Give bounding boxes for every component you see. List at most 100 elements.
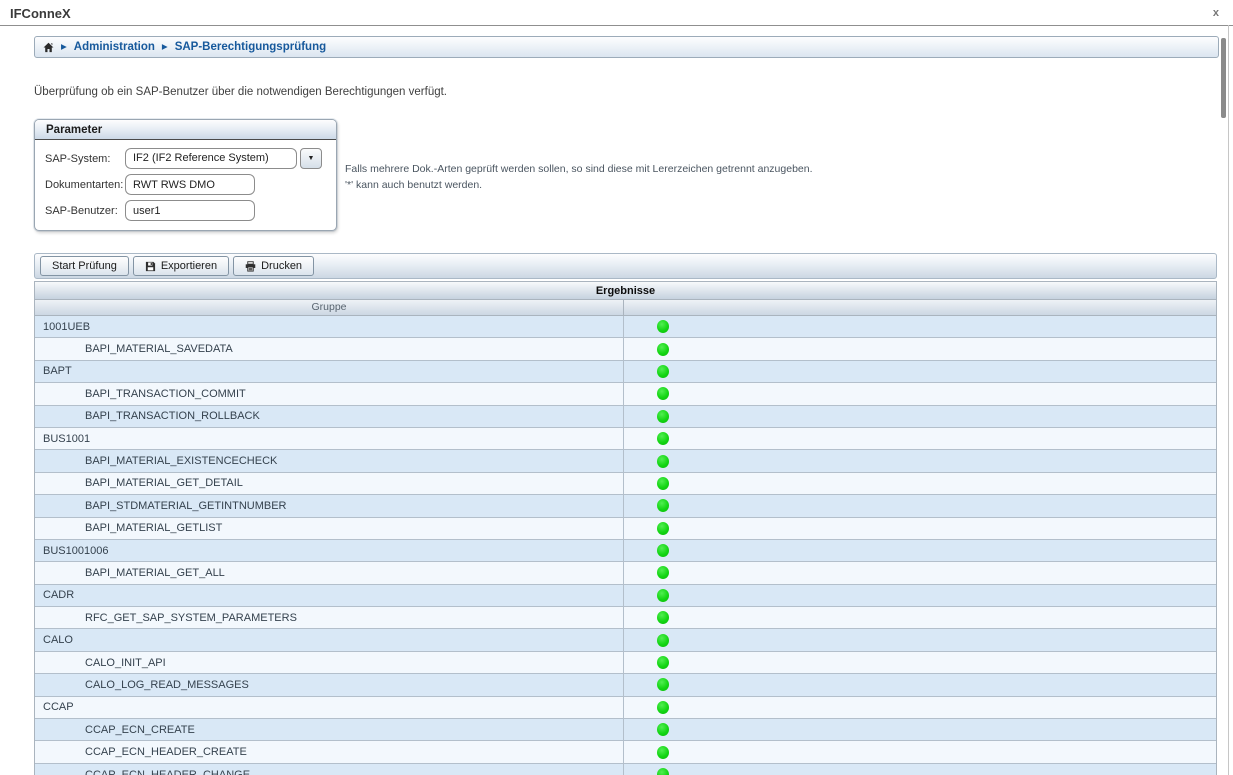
dokumentarten-field[interactable] — [125, 174, 255, 195]
hint-text: Falls mehrere Dok.-Arten geprüft werden … — [345, 161, 813, 231]
parameter-panel-title: Parameter — [35, 120, 336, 140]
status-ok-icon — [657, 746, 669, 759]
group-name-cell: 1001UEB — [35, 316, 624, 337]
status-ok-icon — [657, 432, 669, 445]
function-name-cell: CCAP_ECN_CREATE — [35, 719, 624, 740]
table-row[interactable]: RFC_GET_SAP_SYSTEM_PARAMETERS — [35, 607, 1216, 629]
app-title: IFConneX — [10, 6, 71, 21]
hint-line-2: '*' kann auch benutzt werden. — [345, 177, 813, 193]
status-ok-icon — [657, 522, 669, 535]
floppy-disk-icon — [145, 261, 156, 272]
table-row[interactable]: BAPI_MATERIAL_EXISTENCECHECK — [35, 450, 1216, 472]
page-description: Überprüfung ob ein SAP-Benutzer über die… — [34, 86, 1233, 98]
drucken-button[interactable]: Drucken — [233, 256, 314, 276]
status-ok-icon — [657, 634, 669, 647]
status-ok-icon — [657, 723, 669, 736]
table-row[interactable]: CADR — [35, 585, 1216, 607]
function-name-cell: BAPI_MATERIAL_GET_ALL — [35, 562, 624, 583]
sap-benutzer-label: SAP-Benutzer: — [45, 205, 125, 217]
breadcrumb-item-sap-berechtigungspruefung[interactable]: SAP-Berechtigungsprüfung — [175, 41, 326, 53]
home-icon[interactable] — [43, 42, 54, 53]
status-cell — [624, 316, 1216, 337]
status-cell — [624, 518, 1216, 539]
group-name-cell: BAPT — [35, 361, 624, 382]
breadcrumb: ▶ Administration ▶ SAP-Berechtigungsprüf… — [34, 36, 1219, 58]
table-row[interactable]: BAPI_TRANSACTION_ROLLBACK — [35, 406, 1216, 428]
hint-line-1: Falls mehrere Dok.-Arten geprüft werden … — [345, 161, 813, 177]
exportieren-button[interactable]: Exportieren — [133, 256, 229, 276]
parameter-section: Parameter SAP-System: IF2 (IF2 Reference… — [34, 119, 1233, 231]
function-name-cell: BAPI_TRANSACTION_ROLLBACK — [35, 406, 624, 427]
printer-icon — [245, 261, 256, 272]
table-row[interactable]: BUS1001006 — [35, 540, 1216, 562]
table-row[interactable]: CCAP_ECN_HEADER_CHANGE — [35, 764, 1216, 775]
results-rows: 1001UEBBAPI_MATERIAL_SAVEDATABAPTBAPI_TR… — [35, 316, 1216, 775]
status-cell — [624, 540, 1216, 561]
vertical-scrollbar-thumb[interactable] — [1221, 38, 1226, 118]
table-row[interactable]: BUS1001 — [35, 428, 1216, 450]
parameter-panel: Parameter SAP-System: IF2 (IF2 Reference… — [34, 119, 337, 231]
group-name-cell: CALO — [35, 629, 624, 650]
table-row[interactable]: CALO_LOG_READ_MESSAGES — [35, 674, 1216, 696]
table-row[interactable]: 1001UEB — [35, 316, 1216, 338]
table-row[interactable]: CCAP_ECN_CREATE — [35, 719, 1216, 741]
status-cell — [624, 495, 1216, 516]
status-cell — [624, 338, 1216, 359]
function-name-cell: BAPI_MATERIAL_GETLIST — [35, 518, 624, 539]
sap-benutzer-field[interactable] — [125, 200, 255, 221]
table-row[interactable]: BAPI_MATERIAL_SAVEDATA — [35, 338, 1216, 360]
table-row[interactable]: BAPI_STDMATERIAL_GETINTNUMBER — [35, 495, 1216, 517]
status-ok-icon — [657, 544, 669, 557]
exportieren-label: Exportieren — [161, 260, 217, 272]
function-name-cell: CALO_INIT_API — [35, 652, 624, 673]
status-column-header — [624, 300, 1216, 315]
table-row[interactable]: CCAP_ECN_HEADER_CREATE — [35, 741, 1216, 763]
table-row[interactable]: BAPI_MATERIAL_GETLIST — [35, 518, 1216, 540]
function-name-cell: RFC_GET_SAP_SYSTEM_PARAMETERS — [35, 607, 624, 628]
window-titlebar: IFConneX x — [0, 0, 1233, 25]
table-row[interactable]: CCAP — [35, 697, 1216, 719]
results-table-title: Ergebnisse — [35, 281, 1216, 300]
chevron-right-icon: ▶ — [162, 42, 168, 52]
status-cell — [624, 607, 1216, 628]
status-ok-icon — [657, 387, 669, 400]
function-name-cell: CCAP_ECN_HEADER_CREATE — [35, 741, 624, 762]
table-row[interactable]: CALO_INIT_API — [35, 652, 1216, 674]
status-ok-icon — [657, 410, 669, 423]
status-ok-icon — [657, 320, 669, 333]
dokumentarten-row: Dokumentarten: — [45, 174, 326, 195]
results-column-header: Gruppe — [35, 300, 1216, 316]
sap-system-row: SAP-System: IF2 (IF2 Reference System) ▼ — [45, 148, 326, 169]
status-cell — [624, 361, 1216, 382]
table-row[interactable]: BAPT — [35, 361, 1216, 383]
status-ok-icon — [657, 566, 669, 579]
group-name-cell: BUS1001 — [35, 428, 624, 449]
chevron-down-icon[interactable]: ▼ — [300, 148, 322, 169]
action-toolbar: Start Prüfung Exportieren Drucken — [34, 253, 1217, 279]
status-cell — [624, 674, 1216, 695]
sap-system-label: SAP-System: — [45, 153, 125, 165]
function-name-cell: BAPI_MATERIAL_EXISTENCECHECK — [35, 450, 624, 471]
status-cell — [624, 585, 1216, 606]
breadcrumb-item-administration[interactable]: Administration — [74, 41, 155, 53]
drucken-label: Drucken — [261, 260, 302, 272]
close-icon[interactable]: x — [1213, 8, 1219, 19]
status-cell — [624, 652, 1216, 673]
group-name-cell: CCAP — [35, 697, 624, 718]
sap-system-value[interactable]: IF2 (IF2 Reference System) — [125, 148, 297, 169]
table-row[interactable]: CALO — [35, 629, 1216, 651]
status-ok-icon — [657, 343, 669, 356]
status-ok-icon — [657, 455, 669, 468]
table-row[interactable]: BAPI_TRANSACTION_COMMIT — [35, 383, 1216, 405]
status-cell — [624, 450, 1216, 471]
group-name-cell: BUS1001006 — [35, 540, 624, 561]
dokumentarten-label: Dokumentarten: — [45, 179, 125, 191]
status-cell — [624, 764, 1216, 775]
start-pruefung-button[interactable]: Start Prüfung — [40, 256, 129, 276]
status-ok-icon — [657, 365, 669, 378]
sap-system-combobox[interactable]: IF2 (IF2 Reference System) ▼ — [125, 148, 322, 169]
sap-benutzer-row: SAP-Benutzer: — [45, 200, 326, 221]
table-row[interactable]: BAPI_MATERIAL_GET_ALL — [35, 562, 1216, 584]
status-ok-icon — [657, 477, 669, 490]
table-row[interactable]: BAPI_MATERIAL_GET_DETAIL — [35, 473, 1216, 495]
